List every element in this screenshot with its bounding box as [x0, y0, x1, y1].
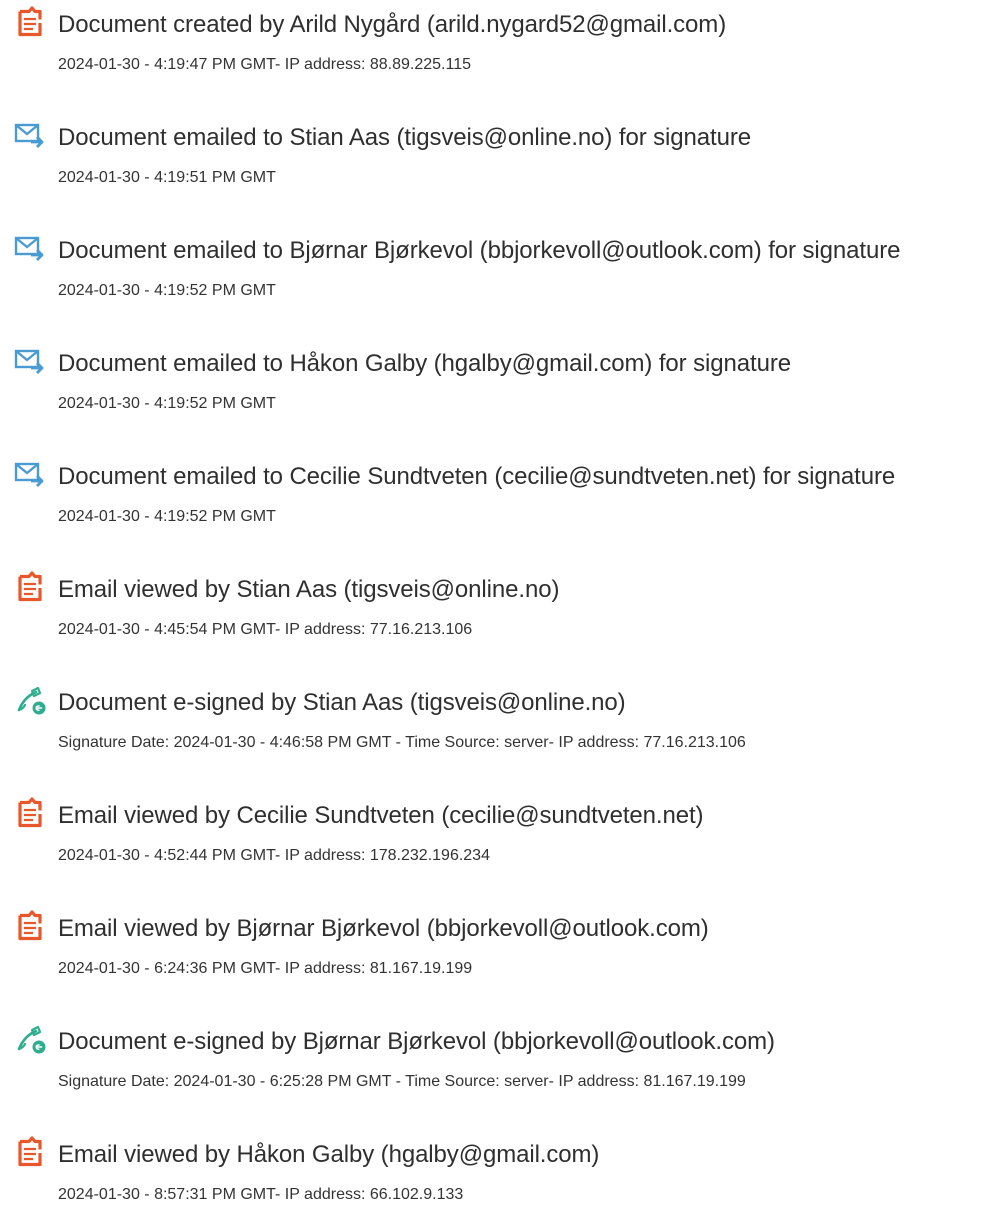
document-viewed-icon [13, 1135, 47, 1169]
event-title: Document emailed to Stian Aas (tigsveis@… [58, 124, 751, 151]
email-sent-icon [13, 457, 47, 491]
event-detail: 2024-01-30 - 4:52:44 PM GMT- IP address:… [58, 847, 490, 864]
event-title: Document e-signed by Bjørnar Bjørkevol (… [58, 1028, 775, 1055]
email-sent-icon [13, 118, 47, 152]
audit-event: Email viewed by Cecilie Sundtveten (ceci… [0, 791, 1001, 881]
event-detail: 2024-01-30 - 8:57:31 PM GMT- IP address:… [58, 1186, 464, 1203]
e-sign-icon [13, 1022, 47, 1056]
event-title: Document e-signed by Stian Aas (tigsveis… [58, 689, 626, 716]
document-viewed-icon [13, 796, 47, 830]
audit-event: Document created by Arild Nygård (arild.… [0, 0, 1001, 90]
event-title: Email viewed by Cecilie Sundtveten (ceci… [58, 802, 704, 829]
event-title: Email viewed by Stian Aas (tigsveis@onli… [58, 576, 560, 603]
event-title: Email viewed by Bjørnar Bjørkevol (bbjor… [58, 915, 709, 942]
audit-event: Email viewed by Bjørnar Bjørkevol (bbjor… [0, 904, 1001, 994]
audit-event: Email viewed by Stian Aas (tigsveis@onli… [0, 565, 1001, 655]
event-title: Email viewed by Håkon Galby (hgalby@gmai… [58, 1141, 600, 1168]
event-title: Document created by Arild Nygård (arild.… [58, 11, 727, 38]
event-detail: 2024-01-30 - 4:19:51 PM GMT [58, 169, 276, 186]
event-detail: 2024-01-30 - 4:19:52 PM GMT [58, 282, 276, 299]
audit-event: Document emailed to Cecilie Sundtveten (… [0, 452, 1001, 542]
audit-event: Document e-signed by Bjørnar Bjørkevol (… [0, 1017, 1001, 1107]
event-title: Document emailed to Bjørnar Bjørkevol (b… [58, 237, 901, 264]
email-sent-icon [13, 344, 47, 378]
document-viewed-icon [13, 909, 47, 943]
document-viewed-icon [13, 570, 47, 604]
event-detail: 2024-01-30 - 4:19:47 PM GMT- IP address:… [58, 56, 471, 73]
audit-event: Document e-signed by Stian Aas (tigsveis… [0, 678, 1001, 768]
event-title: Document emailed to Cecilie Sundtveten (… [58, 463, 896, 490]
event-detail: Signature Date: 2024-01-30 - 4:46:58 PM … [58, 734, 746, 751]
e-sign-icon [13, 683, 47, 717]
audit-event: Document emailed to Bjørnar Bjørkevol (b… [0, 226, 1001, 316]
event-detail: 2024-01-30 - 6:24:36 PM GMT- IP address:… [58, 960, 473, 977]
event-title: Document emailed to Håkon Galby (hgalby@… [58, 350, 791, 377]
event-detail: Signature Date: 2024-01-30 - 6:25:28 PM … [58, 1073, 746, 1090]
event-detail: 2024-01-30 - 4:19:52 PM GMT [58, 508, 276, 525]
event-detail: 2024-01-30 - 4:19:52 PM GMT [58, 395, 276, 412]
document-created-icon [13, 5, 47, 39]
audit-event: Document emailed to Stian Aas (tigsveis@… [0, 113, 1001, 203]
email-sent-icon [13, 231, 47, 265]
audit-event: Email viewed by Håkon Galby (hgalby@gmai… [0, 1130, 1001, 1220]
audit-event: Document emailed to Håkon Galby (hgalby@… [0, 339, 1001, 429]
event-detail: 2024-01-30 - 4:45:54 PM GMT- IP address:… [58, 621, 473, 638]
